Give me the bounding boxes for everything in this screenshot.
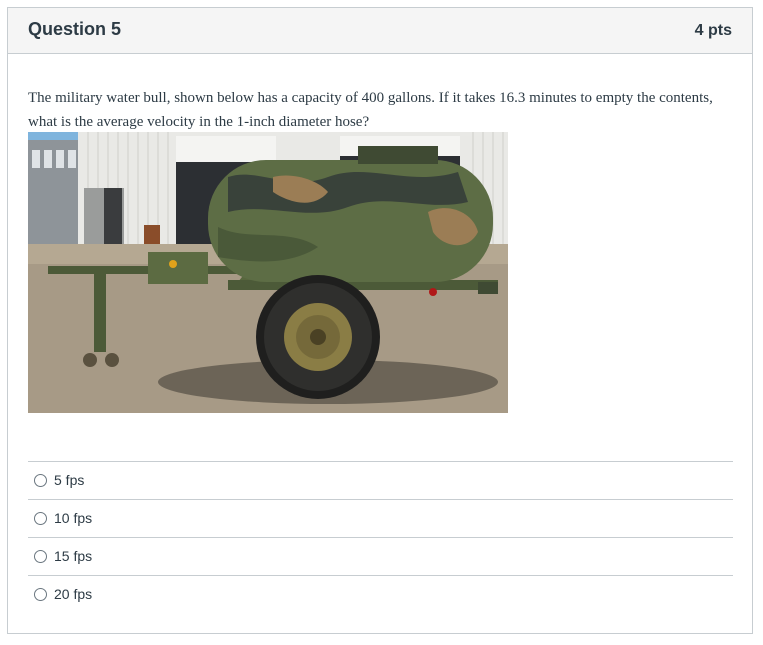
- answer-list: 5 fps 10 fps 15 fps 20 fps: [28, 461, 733, 614]
- radio-button[interactable]: [34, 474, 47, 487]
- answer-option-3[interactable]: 15 fps: [28, 538, 733, 576]
- answer-label: 5 fps: [54, 472, 85, 488]
- answer-option-2[interactable]: 10 fps: [28, 500, 733, 538]
- answer-option-1[interactable]: 5 fps: [28, 462, 733, 500]
- radio-button[interactable]: [34, 550, 47, 563]
- question-card: Question 5 4 pts The military water bull…: [7, 7, 753, 634]
- question-title: Question 5: [28, 19, 122, 39]
- answer-label: 15 fps: [54, 548, 93, 564]
- radio-button[interactable]: [34, 588, 47, 601]
- question-header: Question 5 4 pts: [8, 8, 752, 54]
- answer-option-4[interactable]: 20 fps: [28, 576, 733, 614]
- radio-button[interactable]: [34, 512, 47, 525]
- answer-label: 20 fps: [54, 586, 93, 602]
- answer-label: 10 fps: [54, 510, 93, 526]
- question-points: 4 pts: [694, 22, 732, 39]
- water-trailer-photo: [28, 132, 508, 413]
- question-text: The military water bull, shown below has…: [28, 90, 713, 130]
